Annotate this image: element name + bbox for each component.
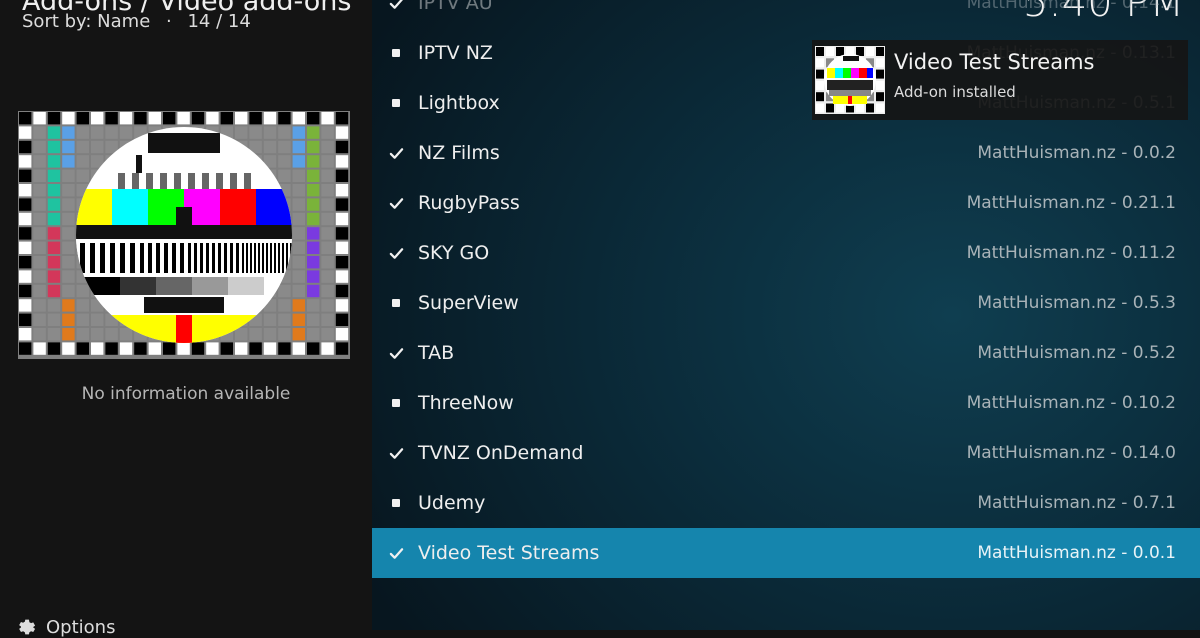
notification-toast: Video Test Streams Add-on installed: [812, 40, 1188, 120]
addon-name: NZ Films: [418, 142, 500, 164]
addon-name: IPTV AU: [418, 0, 493, 14]
separator: ·: [166, 11, 172, 32]
options-button[interactable]: Options: [14, 616, 115, 638]
addon-name: TVNZ OnDemand: [418, 442, 584, 464]
list-item[interactable]: ThreeNow MattHuisman.nz - 0.10.2: [372, 378, 1200, 428]
addon-name: TAB: [418, 342, 455, 364]
list-item[interactable]: IPTV AU MattHuisman.nz - 0.14.1: [372, 0, 1200, 28]
square-bullet-icon: [388, 295, 404, 311]
toast-thumbnail: [815, 46, 885, 114]
no-info-label: No information available: [81, 384, 291, 404]
checkmark-icon: [388, 445, 404, 461]
checkmark-icon: [388, 545, 404, 561]
square-bullet-icon: [388, 45, 404, 61]
addon-version: MattHuisman.nz - 0.14.1: [966, 0, 1176, 13]
list-item[interactable]: RugbyPass MattHuisman.nz - 0.21.1: [372, 178, 1200, 228]
square-bullet-icon: [388, 495, 404, 511]
toast-title: Video Test Streams: [894, 50, 1095, 74]
addon-name: SuperView: [418, 292, 519, 314]
list-item[interactable]: Udemy MattHuisman.nz - 0.7.1: [372, 478, 1200, 528]
addon-version: MattHuisman.nz - 0.11.2: [966, 243, 1176, 263]
addon-version: MattHuisman.nz - 0.0.2: [977, 143, 1176, 163]
addon-version: MattHuisman.nz - 0.14.0: [966, 443, 1176, 463]
addon-name: Udemy: [418, 492, 486, 514]
sort-label[interactable]: Sort by: Name: [22, 11, 150, 32]
list-item[interactable]: Video Test Streams MattHuisman.nz - 0.0.1: [372, 528, 1200, 578]
addon-name: RugbyPass: [418, 192, 520, 214]
addon-name: ThreeNow: [418, 392, 514, 414]
info-panel: Add-ons / Video add-ons Sort by: Name · …: [0, 0, 372, 638]
checkmark-icon: [388, 345, 404, 361]
list-item[interactable]: SKY GO MattHuisman.nz - 0.11.2: [372, 228, 1200, 278]
toast-subtitle: Add-on installed: [894, 83, 1016, 101]
addon-version: MattHuisman.nz - 0.10.2: [966, 393, 1176, 413]
addon-name: Lightbox: [418, 92, 500, 114]
addon-name: SKY GO: [418, 242, 490, 264]
addon-name: Video Test Streams: [418, 542, 600, 564]
addon-version: MattHuisman.nz - 0.7.1: [977, 493, 1176, 513]
addon-version: MattHuisman.nz - 0.5.2: [977, 343, 1176, 363]
checkmark-icon: [388, 245, 404, 261]
addon-thumbnail: [18, 111, 350, 359]
square-bullet-icon: [388, 95, 404, 111]
square-bullet-icon: [388, 395, 404, 411]
list-item[interactable]: NZ Films MattHuisman.nz - 0.0.2: [372, 128, 1200, 178]
sort-status: Sort by: Name · 14 / 14: [22, 11, 251, 32]
list-item[interactable]: SuperView MattHuisman.nz - 0.5.3: [372, 278, 1200, 328]
options-label: Options: [46, 616, 116, 638]
list-item[interactable]: TAB MattHuisman.nz - 0.5.2: [372, 328, 1200, 378]
addon-version: MattHuisman.nz - 0.0.1: [977, 543, 1176, 563]
item-count: 14 / 14: [187, 11, 251, 32]
checkmark-icon: [388, 195, 404, 211]
addon-name: IPTV NZ: [418, 42, 493, 64]
addon-version: MattHuisman.nz - 0.21.1: [966, 193, 1176, 213]
addon-version: MattHuisman.nz - 0.5.3: [977, 293, 1176, 313]
checkmark-icon: [388, 145, 404, 161]
checkmark-icon: [388, 0, 404, 11]
gear-icon: [19, 619, 36, 635]
list-item[interactable]: TVNZ OnDemand MattHuisman.nz - 0.14.0: [372, 428, 1200, 478]
